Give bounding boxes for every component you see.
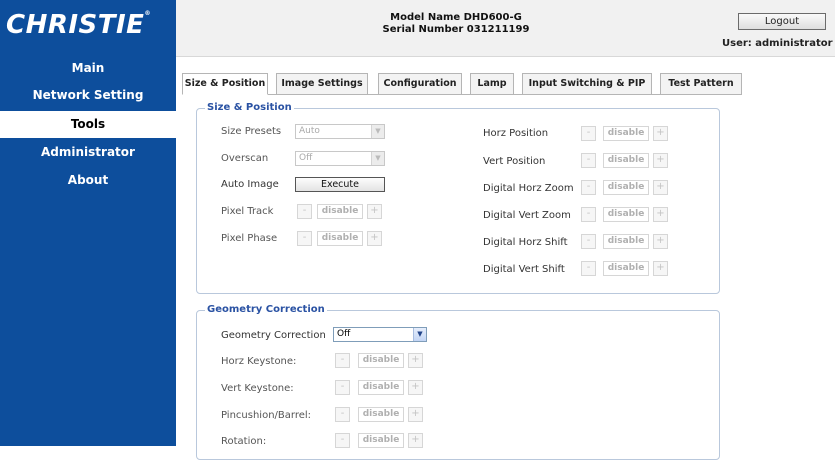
geometry-correction-value: Off xyxy=(337,329,351,339)
pixel-track-stepper[interactable]: - disable + xyxy=(297,204,389,219)
increment-button[interactable]: + xyxy=(408,353,423,368)
decrement-button[interactable]: - xyxy=(335,353,350,368)
decrement-button[interactable]: - xyxy=(581,180,596,195)
decrement-button[interactable]: - xyxy=(581,261,596,276)
increment-button[interactable]: + xyxy=(408,380,423,395)
increment-button[interactable]: + xyxy=(653,153,668,168)
geometry-correction-legend: Geometry Correction xyxy=(205,304,327,315)
stepper-value: disable xyxy=(603,126,649,141)
vert-position-label: Vert Position xyxy=(483,156,546,167)
logo-text: CHRISTIE xyxy=(6,10,145,40)
decrement-button[interactable]: - xyxy=(335,380,350,395)
vert-position-stepper[interactable]: - disable + xyxy=(581,153,673,168)
pincushion-barrel-label: Pincushion/Barrel: xyxy=(221,410,312,421)
increment-button[interactable]: + xyxy=(653,180,668,195)
stepper-value: disable xyxy=(317,204,363,219)
nav-item-administrator[interactable]: Administrator xyxy=(0,138,176,167)
increment-button[interactable]: + xyxy=(653,234,668,249)
increment-button[interactable]: + xyxy=(653,207,668,222)
nav-item-about[interactable]: About xyxy=(0,167,176,196)
chevron-down-icon: ▼ xyxy=(371,125,384,138)
logout-button[interactable]: Logout xyxy=(738,13,826,30)
stepper-value: disable xyxy=(317,231,363,246)
decrement-button[interactable]: - xyxy=(297,231,312,246)
christie-logo: CHRISTIE® xyxy=(6,10,151,40)
increment-button[interactable]: + xyxy=(653,126,668,141)
stepper-value: disable xyxy=(603,153,649,168)
serial-number: Serial Number 031211199 xyxy=(382,24,530,35)
rotation-label: Rotation: xyxy=(221,436,267,447)
stepper-value: disable xyxy=(358,380,404,395)
stepper-value: disable xyxy=(603,234,649,249)
digital-horz-shift-stepper[interactable]: - disable + xyxy=(581,234,673,249)
nav-item-network-setting[interactable]: Network Setting xyxy=(0,80,176,111)
stepper-value: disable xyxy=(358,407,404,422)
execute-button[interactable]: Execute xyxy=(295,177,385,192)
pincushion-barrel-stepper[interactable]: - disable + xyxy=(335,407,427,422)
digital-horz-shift-label: Digital Horz Shift xyxy=(483,237,568,248)
nav-item-main[interactable]: Main xyxy=(0,57,176,80)
tab-input-switching-pip[interactable]: Input Switching & PIP xyxy=(522,73,652,95)
tab-image-settings[interactable]: Image Settings xyxy=(276,73,368,95)
geometry-correction-label: Geometry Correction xyxy=(221,330,326,341)
chevron-down-icon: ▼ xyxy=(413,328,426,341)
horz-position-label: Horz Position xyxy=(483,128,549,139)
chevron-down-icon: ▼ xyxy=(371,152,384,165)
stepper-value: disable xyxy=(358,353,404,368)
size-presets-select[interactable]: Auto ▼ xyxy=(295,124,385,139)
horz-keystone-stepper[interactable]: - disable + xyxy=(335,353,427,368)
digital-horz-zoom-stepper[interactable]: - disable + xyxy=(581,180,673,195)
pixel-phase-stepper[interactable]: - disable + xyxy=(297,231,389,246)
increment-button[interactable]: + xyxy=(653,261,668,276)
digital-horz-zoom-label: Digital Horz Zoom xyxy=(483,183,574,194)
nav-item-tools[interactable]: Tools xyxy=(0,111,176,138)
device-info: Model Name DHD600-G Serial Number 031211… xyxy=(176,12,736,36)
size-presets-value: Auto xyxy=(299,126,320,136)
sidebar: CHRISTIE® Main Network Setting Tools Adm… xyxy=(0,0,176,446)
vert-keystone-stepper[interactable]: - disable + xyxy=(335,380,427,395)
vert-keystone-label: Vert Keystone: xyxy=(221,383,294,394)
decrement-button[interactable]: - xyxy=(581,207,596,222)
pixel-track-label: Pixel Track xyxy=(221,206,274,217)
size-position-legend: Size & Position xyxy=(205,102,294,113)
decrement-button[interactable]: - xyxy=(581,153,596,168)
pixel-phase-label: Pixel Phase xyxy=(221,233,278,244)
horz-position-stepper[interactable]: - disable + xyxy=(581,126,673,141)
tab-test-pattern[interactable]: Test Pattern xyxy=(660,73,742,95)
stepper-value: disable xyxy=(603,207,649,222)
digital-vert-zoom-stepper[interactable]: - disable + xyxy=(581,207,673,222)
decrement-button[interactable]: - xyxy=(581,126,596,141)
overscan-select[interactable]: Off ▼ xyxy=(295,151,385,166)
decrement-button[interactable]: - xyxy=(335,407,350,422)
increment-button[interactable]: + xyxy=(367,231,382,246)
overscan-value: Off xyxy=(299,153,313,163)
stepper-value: disable xyxy=(603,180,649,195)
digital-vert-shift-label: Digital Vert Shift xyxy=(483,264,565,275)
tab-configuration[interactable]: Configuration xyxy=(378,73,462,95)
registered-mark: ® xyxy=(144,10,151,17)
tab-lamp[interactable]: Lamp xyxy=(470,73,514,95)
model-name: Model Name DHD600-G xyxy=(390,12,522,23)
header-bar: Model Name DHD600-G Serial Number 031211… xyxy=(176,0,835,57)
decrement-button[interactable]: - xyxy=(297,204,312,219)
increment-button[interactable]: + xyxy=(367,204,382,219)
increment-button[interactable]: + xyxy=(408,407,423,422)
decrement-button[interactable]: - xyxy=(581,234,596,249)
digital-vert-shift-stepper[interactable]: - disable + xyxy=(581,261,673,276)
overscan-label: Overscan xyxy=(221,153,269,164)
horz-keystone-label: Horz Keystone: xyxy=(221,356,297,367)
stepper-value: disable xyxy=(603,261,649,276)
auto-image-label: Auto Image xyxy=(221,179,279,190)
logo-area: CHRISTIE® xyxy=(0,0,176,57)
geometry-correction-select[interactable]: Off ▼ xyxy=(333,327,427,342)
digital-vert-zoom-label: Digital Vert Zoom xyxy=(483,210,571,221)
tab-size-position[interactable]: Size & Position xyxy=(182,73,268,95)
sidebar-background xyxy=(0,196,176,446)
current-user: User: administrator xyxy=(722,38,833,49)
size-presets-label: Size Presets xyxy=(221,126,282,137)
